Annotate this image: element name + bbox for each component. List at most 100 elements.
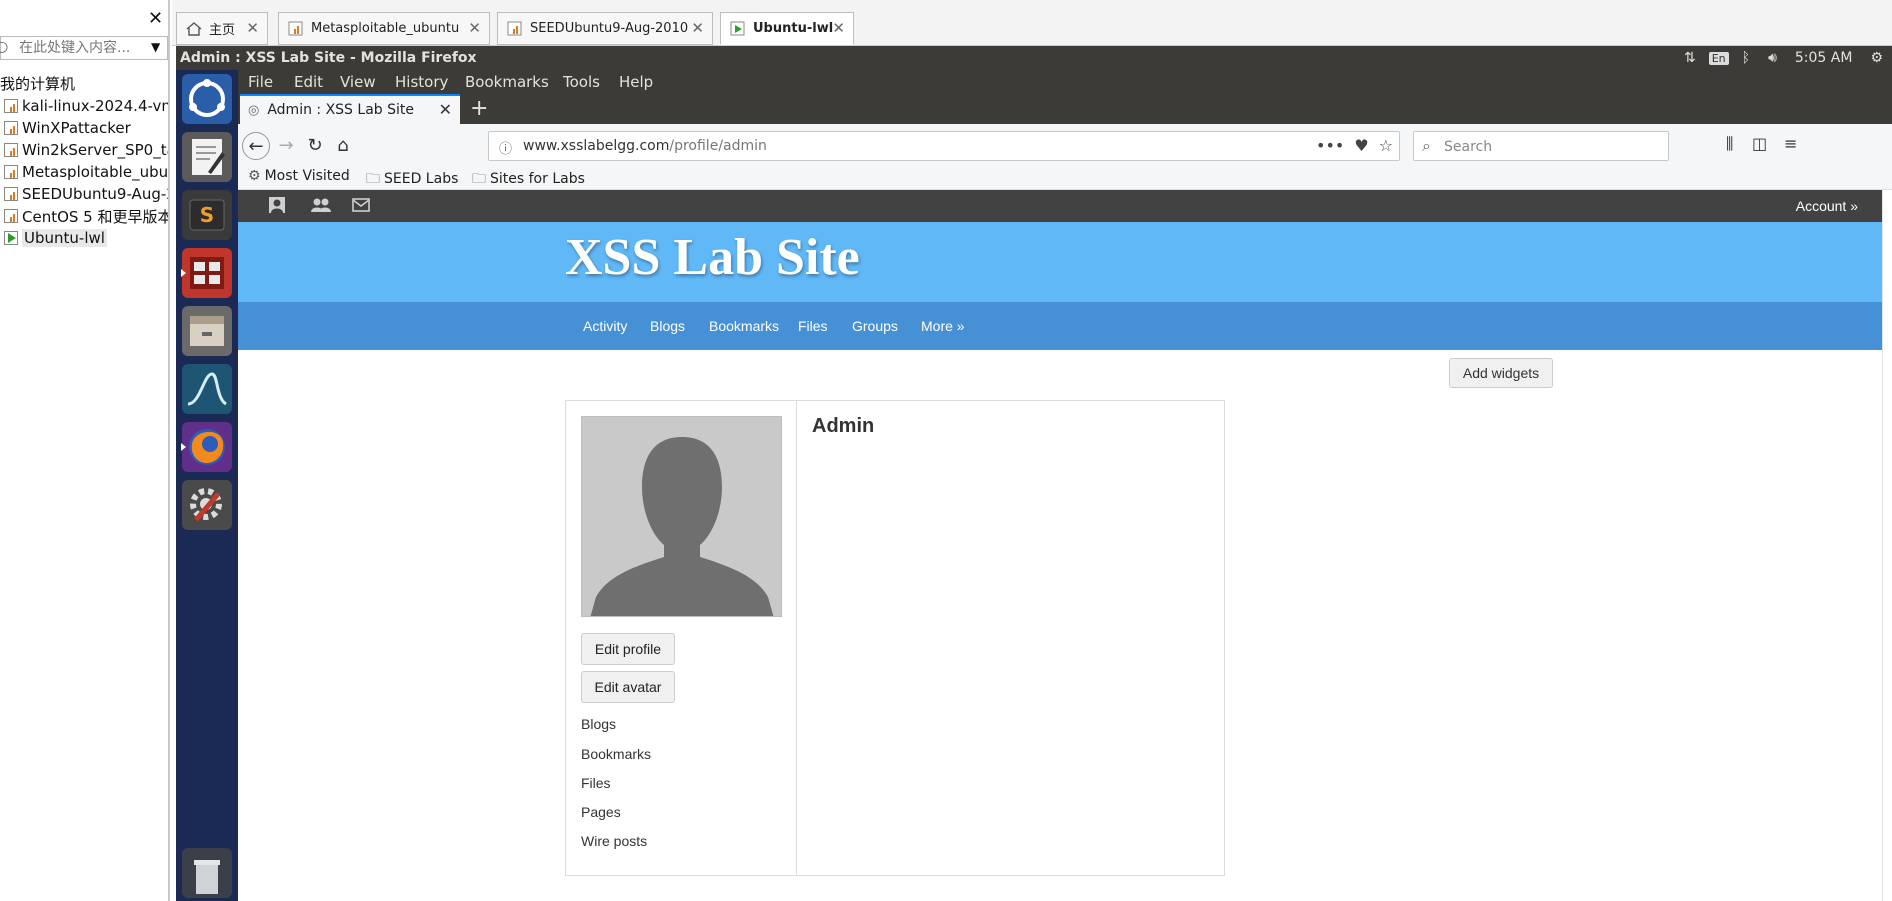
pocket-icon[interactable]: ♥ bbox=[1354, 136, 1368, 155]
vm-tab-seedubuntu[interactable]: SEEDUbuntu9-Aug-2010 ✕ bbox=[497, 12, 713, 45]
vm-tab-bar: 主页 ✕ Metasploitable_ubuntu ✕ SEEDUbuntu9… bbox=[172, 0, 1892, 46]
new-tab-icon[interactable]: + bbox=[470, 96, 488, 121]
search-icon: ○ bbox=[0, 39, 8, 55]
nav-files[interactable]: Files bbox=[798, 318, 828, 334]
close-icon[interactable]: ✕ bbox=[439, 100, 452, 119]
bookmark-folder-seed-labs[interactable]: 🗀 SEED Labs bbox=[366, 168, 458, 192]
nav-bookmarks[interactable]: Bookmarks bbox=[709, 318, 779, 334]
messages-icon[interactable] bbox=[352, 196, 370, 219]
nav-blogs[interactable]: Blogs bbox=[650, 318, 685, 334]
hamburger-menu-icon[interactable]: ≡ bbox=[1784, 134, 1797, 153]
url-path: /profile/admin bbox=[669, 138, 767, 154]
web-page: Account » XSS Lab Site Activity Blogs Bo… bbox=[238, 190, 1892, 901]
menu-view[interactable]: View bbox=[340, 73, 376, 91]
clock[interactable]: 5:05 AM bbox=[1795, 50, 1853, 66]
search-bar[interactable]: ⌕ bbox=[1413, 131, 1669, 161]
vm-icon bbox=[506, 21, 524, 37]
vm-item[interactable]: Metasploitable_ubu bbox=[0, 161, 168, 183]
vm-tab-home[interactable]: 主页 ✕ bbox=[176, 12, 268, 45]
terminal-icon[interactable] bbox=[181, 248, 232, 298]
site-nav: Activity Blogs Bookmarks Files Groups Mo… bbox=[238, 302, 1882, 350]
profile-divider bbox=[796, 401, 797, 875]
profile-link-blogs[interactable]: Blogs bbox=[581, 716, 616, 732]
library-search-input[interactable] bbox=[19, 38, 147, 58]
avatar[interactable] bbox=[581, 416, 782, 617]
trash-icon[interactable] bbox=[182, 848, 232, 898]
nav-groups[interactable]: Groups bbox=[852, 318, 898, 334]
files-icon[interactable] bbox=[182, 306, 232, 356]
back-arrow-icon[interactable]: ← bbox=[242, 132, 270, 160]
vm-tab-metasploitable[interactable]: Metasploitable_ubuntu ✕ bbox=[278, 12, 490, 45]
url-text[interactable]: www.xsslabelgg.com/profile/admin bbox=[523, 138, 767, 154]
forward-arrow-icon[interactable]: → bbox=[272, 132, 300, 160]
url-bar[interactable]: ⓘ www.xsslabelgg.com/profile/admin ••• ♥… bbox=[488, 131, 1400, 161]
library-icon[interactable]: ⫼ bbox=[1726, 134, 1733, 154]
reload-icon[interactable]: ↻ bbox=[301, 132, 329, 160]
sidebar-icon[interactable]: ◫ bbox=[1752, 134, 1767, 153]
bookmark-star-icon[interactable]: ☆ bbox=[1379, 136, 1393, 155]
vm-item[interactable]: Win2kServer_SP0_ta bbox=[0, 139, 168, 161]
menu-history[interactable]: History bbox=[395, 73, 448, 91]
profile-icon[interactable] bbox=[268, 196, 286, 219]
sublime-text-icon[interactable]: S bbox=[182, 190, 232, 240]
vm-item[interactable]: CentOS 5 和更早版本 bbox=[0, 205, 168, 227]
search-input[interactable] bbox=[1444, 137, 1654, 157]
ubuntu-dash-icon[interactable] bbox=[182, 74, 232, 124]
account-menu[interactable]: Account » bbox=[1796, 198, 1858, 214]
system-tray: ⇅ En ᛒ 🔊︎ 5:05 AM ⚙ bbox=[1675, 46, 1892, 70]
close-icon[interactable]: ✕ bbox=[691, 19, 704, 37]
unity-launcher: S bbox=[176, 70, 243, 901]
wireshark-icon[interactable] bbox=[182, 364, 232, 414]
vm-tab-ubuntu-lwl[interactable]: Ubuntu-lwl ✕ bbox=[720, 12, 854, 45]
nav-more[interactable]: More » bbox=[921, 318, 965, 334]
profile-link-files[interactable]: Files bbox=[581, 775, 611, 791]
gear-icon: ⚙ bbox=[248, 168, 261, 184]
friends-icon[interactable] bbox=[310, 196, 332, 219]
profile-link-wire-posts[interactable]: Wire posts bbox=[581, 833, 647, 849]
add-widgets-button[interactable]: Add widgets bbox=[1449, 358, 1553, 388]
vm-library-pane: ✕ ○ ▼ 我的计算机 kali-linux-2024.4-vm WinXPat… bbox=[0, 0, 170, 901]
bluetooth-icon[interactable]: ᛒ bbox=[1742, 50, 1750, 66]
menu-help[interactable]: Help bbox=[619, 73, 653, 91]
menu-edit[interactable]: Edit bbox=[294, 73, 323, 91]
edit-avatar-button[interactable]: Edit avatar bbox=[581, 671, 675, 703]
text-editor-icon[interactable] bbox=[182, 132, 232, 182]
close-icon[interactable]: ✕ bbox=[832, 19, 845, 37]
keyboard-layout-indicator[interactable]: En bbox=[1708, 51, 1729, 65]
profile-link-pages[interactable]: Pages bbox=[581, 804, 621, 820]
home-icon[interactable]: ⌂ bbox=[329, 132, 357, 160]
url-actions: ••• ♥ ☆ bbox=[1316, 136, 1393, 155]
network-icon[interactable]: ⇅ bbox=[1684, 50, 1696, 66]
page-actions-icon[interactable]: ••• bbox=[1316, 136, 1344, 155]
menu-file[interactable]: File bbox=[248, 73, 273, 91]
menu-tools[interactable]: Tools bbox=[563, 73, 600, 91]
vm-list: kali-linux-2024.4-vm WinXPattacker Win2k… bbox=[0, 95, 168, 249]
page-scrollbar[interactable] bbox=[1882, 190, 1892, 901]
settings-icon[interactable] bbox=[182, 480, 232, 530]
profile-link-bookmarks[interactable]: Bookmarks bbox=[581, 746, 651, 762]
search-icon: ⌕ bbox=[1422, 136, 1431, 155]
volume-icon[interactable]: 🔊︎ bbox=[1768, 50, 1777, 66]
library-search[interactable]: ○ ▼ bbox=[0, 36, 168, 60]
info-icon[interactable]: ⓘ bbox=[499, 138, 512, 157]
gear-icon[interactable]: ⚙ bbox=[1870, 50, 1883, 66]
browser-tab-title: Admin : XSS Lab Site bbox=[267, 102, 414, 118]
vm-item-selected[interactable]: Ubuntu-lwl bbox=[0, 227, 168, 249]
close-icon[interactable]: ✕ bbox=[468, 19, 481, 37]
vm-running-icon bbox=[729, 21, 747, 37]
nav-activity[interactable]: Activity bbox=[583, 318, 627, 334]
firefox-icon[interactable] bbox=[181, 422, 243, 472]
chevron-down-icon[interactable]: ▼ bbox=[151, 40, 160, 54]
library-close-icon[interactable]: ✕ bbox=[148, 8, 163, 29]
bookmark-most-visited[interactable]: ⚙ Most Visited bbox=[248, 168, 350, 184]
site-title[interactable]: XSS Lab Site bbox=[565, 228, 860, 287]
vm-item[interactable]: SEEDUbuntu9-Aug-2 bbox=[0, 183, 168, 205]
close-icon[interactable]: ✕ bbox=[246, 19, 259, 37]
edit-profile-button[interactable]: Edit profile bbox=[581, 633, 675, 665]
vm-item[interactable]: WinXPattacker bbox=[0, 117, 168, 139]
tree-root-my-computer[interactable]: 我的计算机 bbox=[0, 73, 75, 94]
vm-item[interactable]: kali-linux-2024.4-vm bbox=[0, 95, 168, 117]
browser-tab[interactable]: ◎ Admin : XSS Lab Site ✕ bbox=[240, 94, 460, 124]
menu-bookmarks[interactable]: Bookmarks bbox=[465, 73, 549, 91]
bookmark-folder-sites-for-labs[interactable]: 🗀 Sites for Labs bbox=[472, 168, 585, 192]
